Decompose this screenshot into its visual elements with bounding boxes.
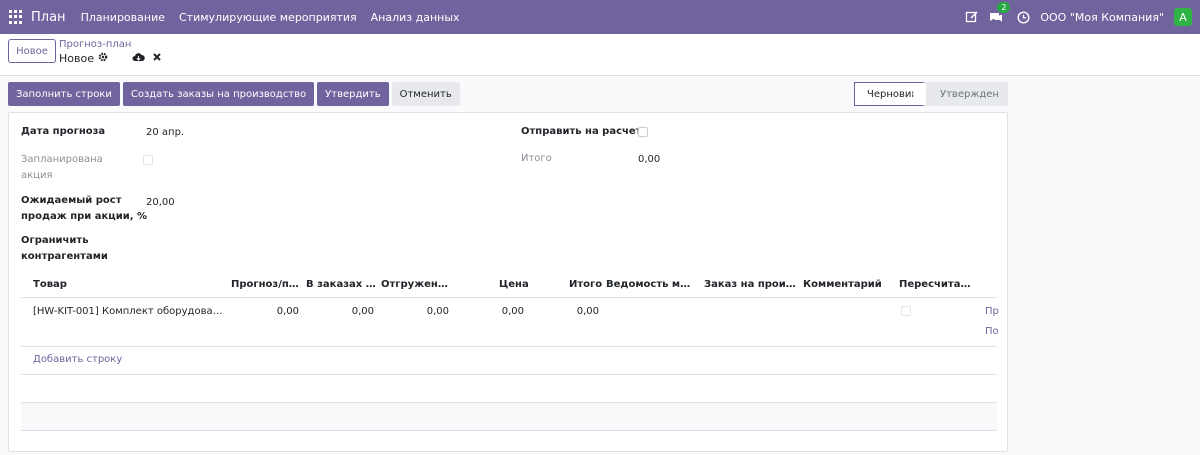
record-name: Новое	[59, 52, 108, 65]
forecast-date-label: Дата прогноза	[21, 126, 106, 137]
form-sheet: Дата прогноза 20 апр. Запланирована акци…	[8, 112, 1008, 452]
control-panel: Новое Прогноз-план Новое	[0, 34, 1200, 76]
empty-row	[21, 375, 997, 403]
send-calc-checkbox[interactable]	[638, 127, 648, 137]
total-label: Итого	[521, 153, 552, 164]
planned-action-label-2: акция	[21, 170, 53, 181]
cell-price[interactable]: 0,00	[466, 306, 524, 317]
col-production-order[interactable]: Заказ на произ...	[704, 279, 796, 290]
limit-label-1: Ограничить	[21, 235, 89, 246]
add-row: Добавить строку	[21, 347, 997, 375]
user-avatar[interactable]: A	[1174, 8, 1192, 26]
status-bar: Черновик Утвержден	[854, 82, 1008, 106]
growth-label-1: Ожидаемый рост	[21, 195, 122, 206]
save-cloud-icon[interactable]	[132, 52, 145, 66]
record-name-label: Новое	[59, 52, 94, 65]
table-row[interactable]: [HW-KIT-001] Комплект оборудован... 0,00…	[21, 298, 999, 347]
create-orders-button[interactable]: Создать заказы на производство	[122, 82, 315, 106]
col-price[interactable]: Цена	[499, 279, 529, 290]
chat-icon[interactable]: 2	[989, 2, 1011, 24]
col-comment[interactable]: Комментарий	[803, 279, 883, 290]
edit-icon[interactable]	[965, 10, 979, 24]
approve-button[interactable]: Утвердить	[317, 82, 389, 106]
forecast-date-value[interactable]: 20 апр.	[146, 127, 184, 138]
cell-product[interactable]: [HW-KIT-001] Комплект оборудован...	[33, 306, 223, 317]
col-bom[interactable]: Ведомость мат...	[606, 279, 696, 290]
col-forecast[interactable]: Прогноз/пл...	[231, 279, 299, 290]
col-recalculated[interactable]: Пересчитан...	[899, 279, 971, 290]
menu-item-planning[interactable]: Планирование	[81, 11, 165, 24]
discard-icon[interactable]	[152, 52, 162, 65]
gear-icon[interactable]	[98, 52, 108, 65]
send-calc-label: Отправить на расчет	[521, 126, 642, 137]
cell-shipped[interactable]: 0,00	[391, 306, 449, 317]
growth-label-2: продаж при акции, %	[21, 211, 148, 222]
col-in-orders[interactable]: В заказах ф...	[306, 279, 376, 290]
company-switcher[interactable]: ООО "Моя Компания"	[1040, 11, 1164, 24]
cell-total: 0,00	[576, 306, 599, 317]
top-navbar: План Планирование Стимулирующие мероприя…	[0, 0, 1200, 34]
table-header: Товар Прогноз/пл... В заказах ф... Отгру…	[21, 273, 997, 298]
cell-in-orders[interactable]: 0,00	[316, 306, 374, 317]
growth-value[interactable]: 20,00	[146, 197, 175, 208]
app-brand[interactable]: План	[31, 10, 66, 25]
planned-action-checkbox[interactable]	[143, 155, 153, 165]
menu-item-promotions[interactable]: Стимулирующие мероприятия	[179, 11, 357, 24]
stage-draft[interactable]: Черновик	[854, 82, 926, 106]
chat-badge: 2	[997, 2, 1011, 13]
stage-approved[interactable]: Утвержден	[926, 82, 1008, 106]
planned-action-label-1: Запланирована	[21, 154, 103, 165]
new-button[interactable]: Новое	[8, 39, 56, 63]
total-value: 0,00	[638, 154, 661, 165]
fill-rows-button[interactable]: Заполнить строки	[8, 82, 120, 106]
col-product[interactable]: Товар	[33, 279, 183, 290]
menu-item-analytics[interactable]: Анализ данных	[371, 11, 460, 24]
breadcrumb[interactable]: Прогноз-план	[59, 39, 131, 50]
row-action-link-1[interactable]: Пр	[985, 306, 999, 317]
col-total[interactable]: Итого	[569, 279, 605, 290]
cell-forecast[interactable]: 0,00	[241, 306, 299, 317]
action-buttons: Заполнить строки Создать заказы на произ…	[8, 82, 460, 106]
clock-icon[interactable]	[1017, 10, 1030, 24]
col-shipped[interactable]: Отгружено ...	[381, 279, 451, 290]
empty-row	[21, 403, 997, 431]
limit-label-2: контрагентами	[21, 251, 108, 262]
cell-recalculated-checkbox[interactable]	[901, 306, 911, 316]
add-row-link[interactable]: Добавить строку	[33, 354, 122, 365]
row-action-link-2[interactable]: По	[985, 326, 999, 337]
cancel-button[interactable]: Отменить	[391, 82, 460, 106]
apps-menu-icon[interactable]	[9, 10, 23, 24]
